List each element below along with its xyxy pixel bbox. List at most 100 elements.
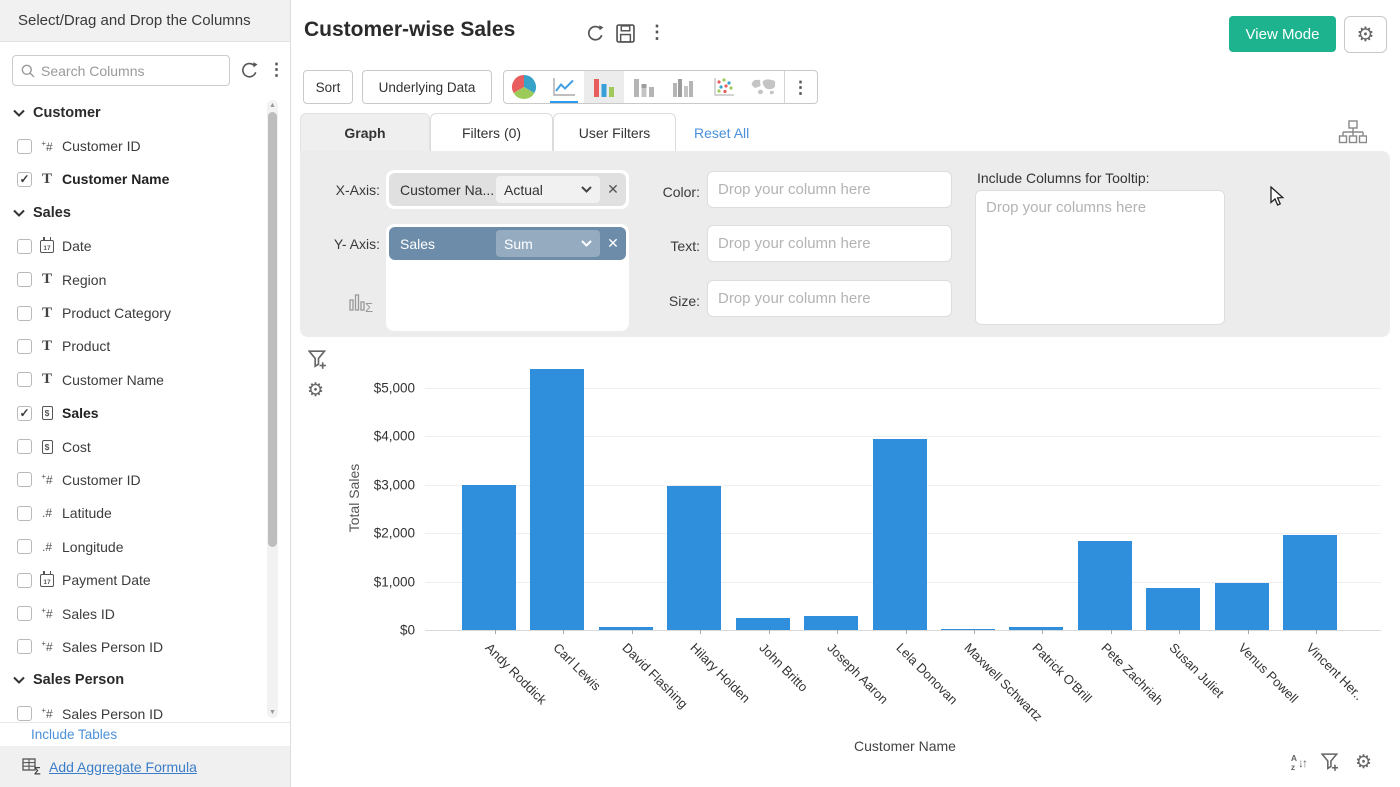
sidebar-column-item[interactable]: .#Latitude xyxy=(0,497,265,530)
column-checkbox[interactable] xyxy=(17,606,32,621)
sidebar-section-header[interactable]: Sales xyxy=(0,196,265,229)
refresh-columns-icon[interactable] xyxy=(240,61,259,80)
grouped-bar-icon[interactable] xyxy=(664,71,704,103)
sidebar-column-item[interactable]: TRegion xyxy=(0,263,265,296)
column-checkbox[interactable] xyxy=(17,472,32,487)
scrollbar-thumb[interactable] xyxy=(268,112,277,547)
size-label: Size: xyxy=(605,293,700,309)
column-label: Date xyxy=(62,238,92,254)
bar-Lela Donovan[interactable] xyxy=(873,439,927,630)
size-dropzone[interactable]: Drop your column here xyxy=(707,280,952,317)
hierarchy-icon[interactable] xyxy=(1338,119,1367,145)
tab-filters[interactable]: Filters (0) xyxy=(430,113,553,151)
sidebar-column-item[interactable]: $Cost xyxy=(0,430,265,463)
column-checkbox[interactable] xyxy=(17,706,32,721)
column-checkbox[interactable] xyxy=(17,239,32,254)
column-checkbox[interactable] xyxy=(17,573,32,588)
filter-icon[interactable] xyxy=(1321,753,1340,772)
x-axis-dropzone[interactable]: Customer Na... Actual ✕ xyxy=(386,170,629,209)
sidebar-section-header[interactable]: Customer xyxy=(0,96,265,129)
column-checkbox[interactable] xyxy=(17,439,32,454)
column-checkbox[interactable] xyxy=(17,372,32,387)
sidebar-column-item[interactable]: +#Customer ID xyxy=(0,129,265,162)
line-chart-icon[interactable] xyxy=(544,71,584,103)
sidebar-scrollbar[interactable]: ▲ ▼ xyxy=(267,100,278,718)
y-axis-chip[interactable]: Sales Sum ✕ xyxy=(389,227,626,260)
chart-options-gear-icon[interactable]: ⚙ xyxy=(1355,753,1372,772)
sidebar-kebab-menu-icon[interactable]: ⋮ xyxy=(268,61,285,78)
scroll-up-icon[interactable]: ▲ xyxy=(267,102,278,109)
column-type-date-icon: 17 xyxy=(32,574,62,587)
include-tables-link[interactable]: Include Tables xyxy=(31,727,117,742)
sidebar-column-item[interactable]: 17Payment Date xyxy=(0,563,265,596)
reset-all-link[interactable]: Reset All xyxy=(694,125,749,141)
map-chart-icon[interactable] xyxy=(744,71,784,103)
sidebar-column-item[interactable]: +#Sales Person ID xyxy=(0,697,265,723)
y-axis-aggregate-select[interactable]: Sum xyxy=(496,230,600,257)
chart-settings-gear-icon[interactable]: ⚙ xyxy=(307,381,324,400)
report-kebab-menu-icon[interactable]: ⋮ xyxy=(648,23,666,41)
bar-Joseph Aaron[interactable] xyxy=(804,616,858,630)
sidebar-section-header[interactable]: Sales Person xyxy=(0,664,265,697)
bar-Carl Lewis[interactable] xyxy=(530,369,584,630)
view-mode-button[interactable]: View Mode xyxy=(1229,16,1336,52)
bar-Hilary Holden[interactable] xyxy=(667,486,721,630)
x-tick-mark xyxy=(837,630,838,634)
bar-Maxwell Schwartz[interactable] xyxy=(941,629,995,630)
x-axis-column: Customer Na... xyxy=(389,182,496,198)
sidebar-column-item[interactable]: $Sales xyxy=(0,397,265,430)
text-dropzone[interactable]: Drop your column here xyxy=(707,225,952,262)
scroll-down-icon[interactable]: ▼ xyxy=(267,709,278,716)
chart-type-more-icon[interactable]: ⋮ xyxy=(784,71,816,103)
bar-Andy Roddick[interactable] xyxy=(462,485,516,630)
sidebar-column-item[interactable]: +#Sales ID xyxy=(0,597,265,630)
sort-button[interactable]: Sort xyxy=(303,70,353,104)
column-checkbox[interactable] xyxy=(17,172,32,187)
sidebar-column-item[interactable]: +#Customer ID xyxy=(0,463,265,496)
sidebar-column-item[interactable]: TCustomer Name xyxy=(0,163,265,196)
tab-graph[interactable]: Graph xyxy=(300,113,430,151)
save-icon[interactable] xyxy=(616,24,635,43)
bar-Vincent Her..[interactable] xyxy=(1283,535,1337,630)
bar-Susan Juliet[interactable] xyxy=(1146,588,1200,630)
bar-Venus Powell[interactable] xyxy=(1215,583,1269,630)
search-box[interactable] xyxy=(12,55,230,86)
underlying-data-button[interactable]: Underlying Data xyxy=(362,70,492,104)
search-input[interactable] xyxy=(41,63,211,79)
bar-David Flashing[interactable] xyxy=(599,627,653,630)
column-checkbox[interactable] xyxy=(17,539,32,554)
tab-user-filters[interactable]: User Filters xyxy=(553,113,676,151)
column-checkbox[interactable] xyxy=(17,339,32,354)
y-axis-dropzone[interactable]: Sales Sum ✕ xyxy=(386,224,629,331)
sidebar-column-item[interactable]: TProduct xyxy=(0,330,265,363)
x-axis-chip[interactable]: Customer Na... Actual ✕ xyxy=(389,173,626,206)
include-tables-row: Include Tables xyxy=(0,722,290,746)
color-dropzone[interactable]: Drop your column here xyxy=(707,171,952,208)
add-aggregate-formula-link[interactable]: Add Aggregate Formula xyxy=(49,759,197,775)
bar-John Britto[interactable] xyxy=(736,618,790,630)
sidebar-column-item[interactable]: 17Date xyxy=(0,230,265,263)
scatter-plot-icon[interactable] xyxy=(704,71,744,103)
sidebar-column-item[interactable]: TProduct Category xyxy=(0,296,265,329)
stacked-bar-icon[interactable] xyxy=(624,71,664,103)
column-checkbox[interactable] xyxy=(17,139,32,154)
column-checkbox[interactable] xyxy=(17,306,32,321)
bar-chart-icon[interactable] xyxy=(584,71,624,103)
x-tick-label: Pete Zachriah xyxy=(1098,640,1166,708)
sort-az-icon[interactable]: Az ↓↑ xyxy=(1291,754,1306,772)
sidebar-column-item[interactable]: .#Longitude xyxy=(0,530,265,563)
add-filter-icon[interactable] xyxy=(308,350,328,370)
column-checkbox[interactable] xyxy=(17,639,32,654)
bar-Pete Zachriah[interactable] xyxy=(1078,541,1132,630)
x-axis-aggregate-select[interactable]: Actual xyxy=(496,176,600,203)
bar-Patrick O'Brill[interactable] xyxy=(1009,627,1063,630)
sidebar-column-item[interactable]: TCustomer Name xyxy=(0,363,265,396)
column-checkbox[interactable] xyxy=(17,506,32,521)
column-checkbox[interactable] xyxy=(17,272,32,287)
tooltip-dropzone[interactable]: Drop your columns here xyxy=(975,190,1225,325)
refresh-report-icon[interactable] xyxy=(586,24,605,43)
pie-chart-icon[interactable] xyxy=(504,71,544,103)
sidebar-column-item[interactable]: +#Sales Person ID xyxy=(0,630,265,663)
column-checkbox[interactable] xyxy=(17,406,32,421)
settings-button[interactable]: ⚙ xyxy=(1344,16,1387,53)
